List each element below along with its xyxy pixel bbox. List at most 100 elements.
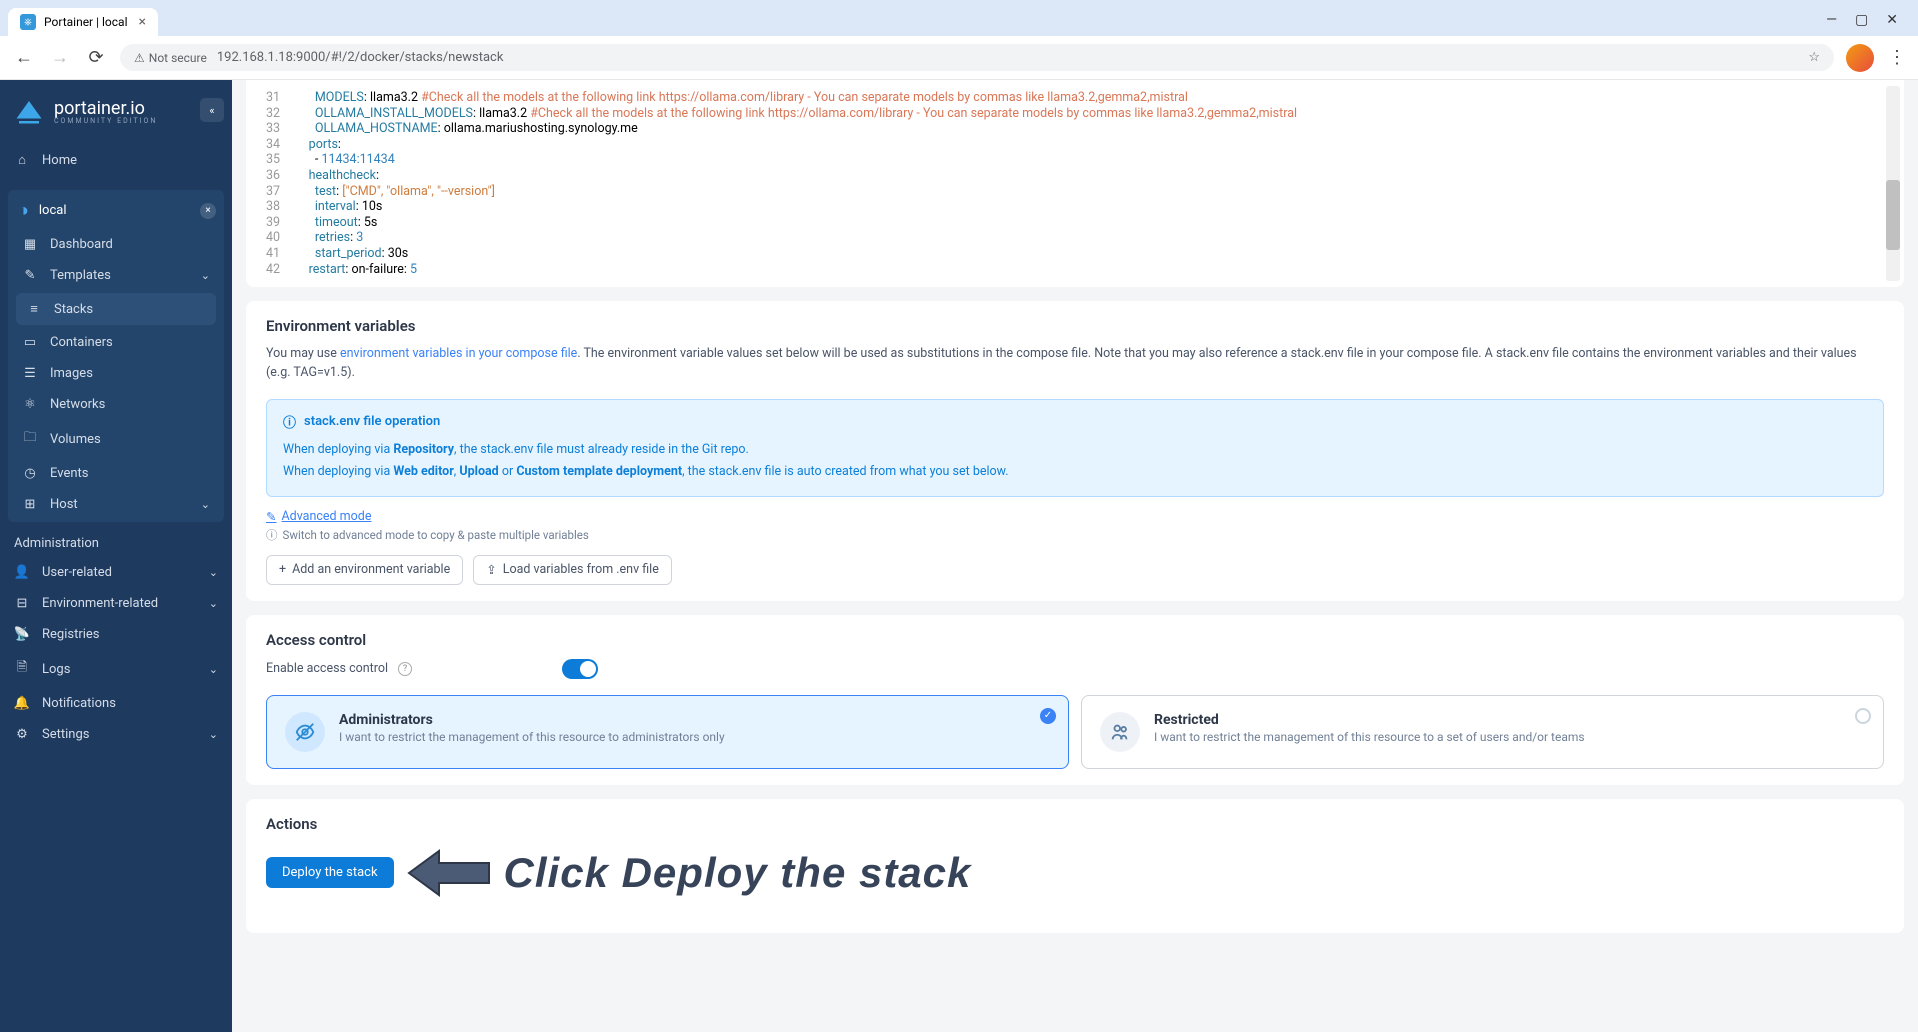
advanced-mode-hint: ⓘSwitch to advanced mode to copy & paste… bbox=[266, 527, 1884, 543]
bookmark-star-icon[interactable]: ☆ bbox=[1808, 50, 1820, 65]
not-secure-badge: ⚠ Not secure bbox=[134, 51, 207, 65]
env-vars-title: Environment variables bbox=[266, 317, 1884, 335]
sidebar-item-user-related[interactable]: 👤User-related⌄ bbox=[0, 557, 232, 588]
actions-section: Actions Deploy the stack Click Deploy th… bbox=[246, 799, 1904, 933]
bell-icon: 🔔 bbox=[14, 696, 30, 711]
browser-toolbar: ← → ⟳ ⚠ Not secure 192.168.1.18:9000/#!/… bbox=[0, 36, 1918, 80]
chevron-down-icon: ⌄ bbox=[209, 597, 218, 610]
url-text: 192.168.1.18:9000/#!/2/docker/stacks/new… bbox=[217, 50, 504, 65]
chevron-down-icon: ⌄ bbox=[209, 728, 218, 741]
docker-icon: ◑ bbox=[18, 200, 29, 221]
unselected-radio-icon bbox=[1855, 708, 1871, 724]
line-gutter: 313233343536373839404142 bbox=[256, 90, 290, 277]
brand-edition: COMMUNITY EDITION bbox=[54, 117, 157, 125]
sidebar-item-environment-related[interactable]: ⊟Environment-related⌄ bbox=[0, 588, 232, 619]
info-box-title: ⓘ stack.env file operation bbox=[283, 412, 1867, 431]
browser-forward-icon: → bbox=[48, 47, 72, 68]
sidebar-item-settings[interactable]: ⚙Settings⌄ bbox=[0, 719, 232, 750]
stack-env-info-box: ⓘ stack.env file operation When deployin… bbox=[266, 399, 1884, 497]
volumes-icon: 🗀 bbox=[22, 428, 38, 450]
chevron-down-icon: ⌄ bbox=[209, 663, 218, 676]
administrators-title: Administrators bbox=[339, 712, 725, 728]
deploy-stack-button[interactable]: Deploy the stack bbox=[266, 857, 394, 888]
sidebar-item-notifications[interactable]: 🔔Notifications bbox=[0, 688, 232, 719]
info-line-repository: When deploying via Repository, the stack… bbox=[283, 439, 1867, 462]
networks-icon: ⚛ bbox=[22, 397, 38, 412]
annotation-text: Click Deploy the stack bbox=[504, 849, 972, 897]
url-bar[interactable]: ⚠ Not secure 192.168.1.18:9000/#!/2/dock… bbox=[120, 44, 1834, 71]
annotation-arrow-icon bbox=[404, 843, 494, 903]
restricted-desc: I want to restrict the management of thi… bbox=[1154, 730, 1585, 744]
home-icon: ⌂ bbox=[14, 152, 30, 168]
browser-back-icon[interactable]: ← bbox=[12, 47, 36, 68]
sidebar-environment-group: ◑ local × ▦Dashboard ✎Templates⌄ ≡Stacks… bbox=[8, 190, 224, 522]
sidebar-item-volumes[interactable]: 🗀Volumes bbox=[8, 420, 224, 458]
sidebar-item-logs[interactable]: 🗎Logs⌄ bbox=[0, 650, 232, 688]
templates-icon: ✎ bbox=[22, 268, 38, 283]
env-vars-docs-link[interactable]: environment variables in your compose fi… bbox=[340, 346, 577, 361]
browser-tab[interactable]: ⎈ Portainer | local × bbox=[8, 8, 158, 36]
load-env-file-button[interactable]: ⇪Load variables from .env file bbox=[473, 555, 672, 585]
sidebar-admin-label: Administration bbox=[0, 526, 232, 557]
logs-icon: 🗎 bbox=[14, 658, 30, 680]
sidebar-env-local[interactable]: ◑ local × bbox=[8, 192, 224, 229]
sidebar-item-images[interactable]: ☰Images bbox=[8, 358, 224, 389]
portainer-logo[interactable]: portainer.io COMMUNITY EDITION bbox=[0, 80, 232, 144]
edit-icon: ✎ bbox=[266, 509, 276, 525]
info-line-webeditor: When deploying via Web editor, Upload or… bbox=[283, 461, 1867, 484]
sidebar-item-host[interactable]: ⊞Host⌄ bbox=[8, 489, 224, 520]
sidebar-item-dashboard[interactable]: ▦Dashboard bbox=[8, 229, 224, 260]
dashboard-icon: ▦ bbox=[22, 237, 38, 252]
help-icon[interactable]: ? bbox=[398, 662, 412, 676]
users-group-icon bbox=[1100, 712, 1140, 752]
sidebar-collapse-icon[interactable]: « bbox=[200, 98, 224, 122]
add-env-var-button[interactable]: +Add an environment variable bbox=[266, 555, 463, 585]
sidebar-item-templates[interactable]: ✎Templates⌄ bbox=[8, 260, 224, 291]
editor-scrollbar-thumb[interactable] bbox=[1886, 180, 1900, 250]
enable-access-label: Enable access control bbox=[266, 661, 388, 676]
tab-close-icon[interactable]: × bbox=[139, 14, 146, 30]
images-icon: ☰ bbox=[22, 366, 38, 381]
sidebar-item-stacks[interactable]: ≡Stacks bbox=[16, 293, 216, 325]
brand-name: portainer.io bbox=[54, 98, 157, 119]
sidebar-item-containers[interactable]: ▭Containers bbox=[8, 327, 224, 358]
chevron-down-icon: ⌄ bbox=[209, 566, 218, 579]
compose-editor[interactable]: 313233343536373839404142 MODELS: llama3.… bbox=[246, 80, 1904, 287]
environment-icon: ⊟ bbox=[14, 596, 30, 611]
advanced-mode-link[interactable]: ✎Advanced mode bbox=[266, 509, 1884, 525]
plus-icon: + bbox=[279, 562, 286, 577]
stacks-icon: ≡ bbox=[26, 301, 42, 317]
containers-icon: ▭ bbox=[22, 335, 38, 350]
sidebar-item-registries[interactable]: 📡Registries bbox=[0, 619, 232, 650]
env-vars-description: You may use environment variables in you… bbox=[266, 345, 1884, 383]
tab-title: Portainer | local bbox=[44, 15, 128, 29]
access-administrators-card[interactable]: Administrators I want to restrict the ma… bbox=[266, 695, 1069, 769]
events-icon: ◷ bbox=[22, 466, 38, 481]
actions-title: Actions bbox=[266, 815, 1884, 833]
gear-icon: ⚙ bbox=[14, 727, 30, 742]
info-icon: ⓘ bbox=[283, 412, 296, 431]
window-close-icon[interactable]: ✕ bbox=[1886, 12, 1898, 28]
code-lines[interactable]: MODELS: llama3.2 #Check all the models a… bbox=[290, 90, 1894, 277]
restricted-title: Restricted bbox=[1154, 712, 1585, 728]
registries-icon: 📡 bbox=[14, 627, 30, 642]
access-restricted-card[interactable]: Restricted I want to restrict the manage… bbox=[1081, 695, 1884, 769]
window-maximize-icon[interactable]: ▢ bbox=[1855, 12, 1868, 28]
portainer-logo-icon bbox=[14, 96, 44, 126]
browser-reload-icon[interactable]: ⟳ bbox=[84, 47, 108, 68]
env-close-icon[interactable]: × bbox=[200, 203, 216, 219]
profile-avatar-icon[interactable] bbox=[1846, 44, 1874, 72]
eye-off-icon bbox=[285, 712, 325, 752]
chevron-down-icon: ⌄ bbox=[201, 498, 210, 511]
administrators-desc: I want to restrict the management of thi… bbox=[339, 730, 725, 744]
browser-menu-icon[interactable]: ⋮ bbox=[1888, 47, 1906, 68]
sidebar-item-networks[interactable]: ⚛Networks bbox=[8, 389, 224, 420]
portainer-favicon-icon: ⎈ bbox=[20, 14, 36, 30]
selected-check-icon: ✓ bbox=[1040, 708, 1056, 724]
window-minimize-icon[interactable]: — bbox=[1826, 12, 1837, 28]
access-control-toggle[interactable] bbox=[562, 659, 598, 679]
sidebar-item-events[interactable]: ◷Events bbox=[8, 458, 224, 489]
upload-icon: ⇪ bbox=[486, 562, 496, 578]
access-control-title: Access control bbox=[266, 631, 1884, 649]
sidebar-item-home[interactable]: ⌂ Home bbox=[0, 144, 232, 176]
